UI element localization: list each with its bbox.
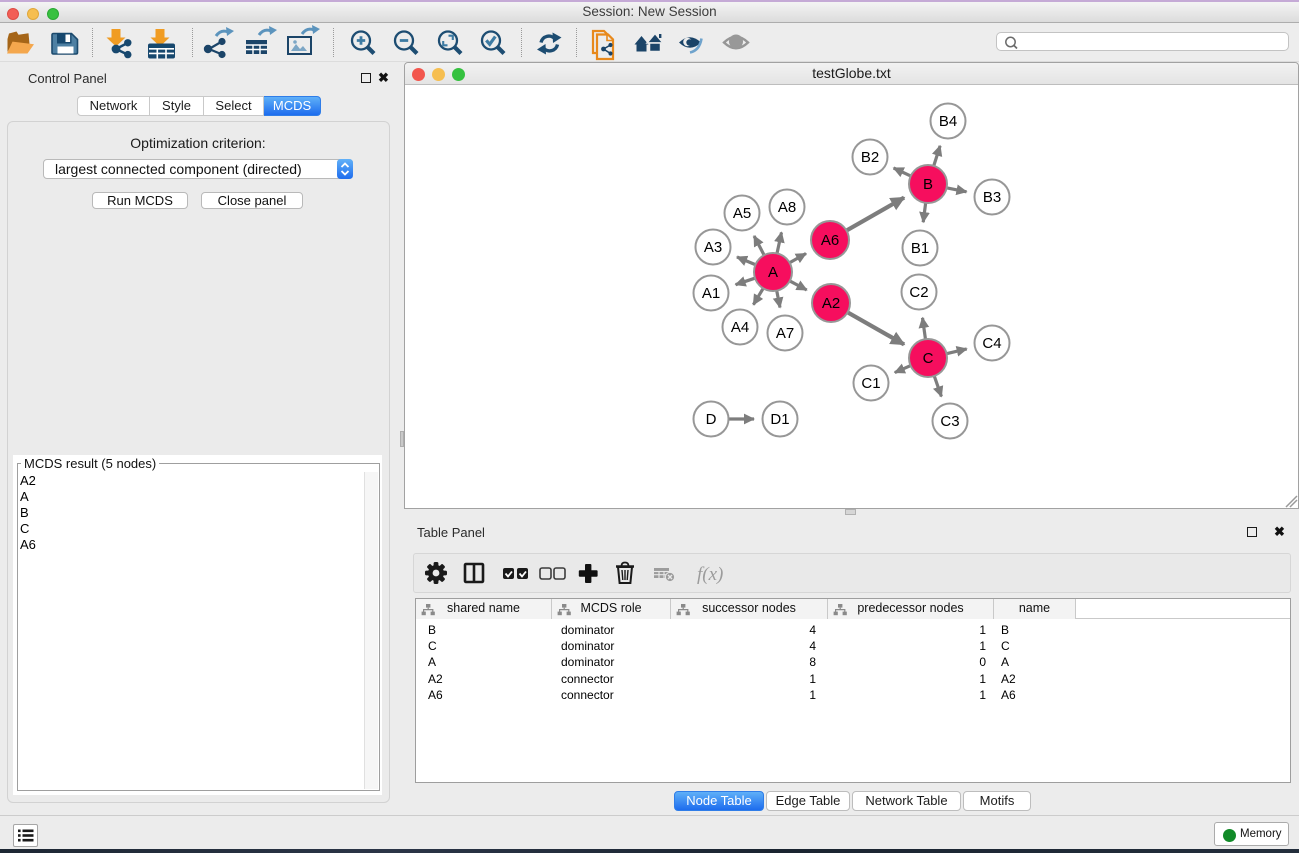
svg-text:D1: D1 bbox=[770, 411, 789, 428]
svg-text:B1: B1 bbox=[911, 240, 929, 257]
svg-text:B: B bbox=[923, 176, 933, 193]
svg-text:A8: A8 bbox=[778, 199, 796, 216]
svg-text:A4: A4 bbox=[731, 319, 749, 336]
svg-text:A7: A7 bbox=[776, 325, 794, 342]
svg-text:D: D bbox=[706, 411, 717, 428]
svg-text:B2: B2 bbox=[861, 149, 879, 166]
svg-text:B3: B3 bbox=[983, 189, 1001, 206]
svg-text:C4: C4 bbox=[982, 335, 1001, 352]
svg-text:C: C bbox=[923, 350, 934, 367]
svg-text:A2: A2 bbox=[822, 295, 840, 312]
svg-text:A: A bbox=[768, 264, 778, 281]
svg-text:B4: B4 bbox=[939, 113, 957, 130]
svg-text:A6: A6 bbox=[821, 232, 839, 249]
svg-text:C3: C3 bbox=[940, 413, 959, 430]
svg-text:A5: A5 bbox=[733, 205, 751, 222]
svg-text:A1: A1 bbox=[702, 285, 720, 302]
svg-text:f(x): f(x) bbox=[697, 564, 723, 585]
svg-text:C2: C2 bbox=[909, 284, 928, 301]
svg-text:A3: A3 bbox=[704, 239, 722, 256]
svg-text:C1: C1 bbox=[861, 375, 880, 392]
